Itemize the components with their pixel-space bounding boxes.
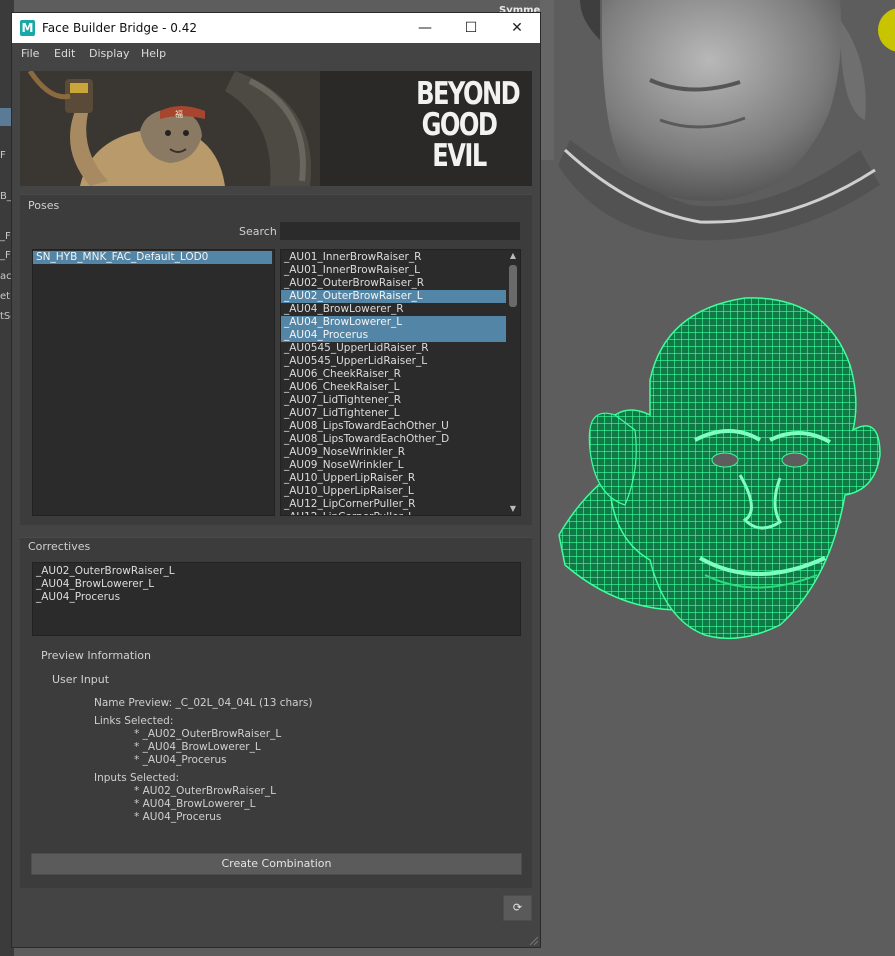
outliner-fragment: F bbox=[0, 150, 6, 161]
menu-file[interactable]: File bbox=[21, 47, 39, 60]
close-button[interactable]: ✕ bbox=[494, 13, 540, 43]
maya-app-icon: M bbox=[20, 20, 35, 36]
au-list-row[interactable]: _AU04_BrowLowerer_R bbox=[281, 303, 506, 316]
au-list-row[interactable]: _AU08_LipsTowardEachOther_D bbox=[281, 433, 506, 446]
refresh-icon[interactable]: ⟳ bbox=[503, 895, 532, 921]
input-item: * AU04_Procerus bbox=[134, 811, 222, 823]
au-list-row[interactable]: _AU09_NoseWrinkler_R bbox=[281, 446, 506, 459]
au-list-row[interactable]: _AU12_LipCornerPuller_L bbox=[281, 511, 506, 515]
maximize-button[interactable]: ☐ bbox=[448, 13, 494, 43]
menu-display[interactable]: Display bbox=[89, 47, 130, 60]
minimize-button[interactable]: — bbox=[402, 13, 448, 43]
beyond-good-evil-logo: BEYOND GOOD EVIL bbox=[404, 76, 521, 174]
au-list-row[interactable]: _AU09_NoseWrinkler_L bbox=[281, 459, 506, 472]
action-unit-list[interactable]: _AU01_InnerBrowRaiser_R _AU01_InnerBrowRa… bbox=[280, 249, 521, 516]
headband-glyph: 福 bbox=[175, 110, 183, 119]
au-list-row[interactable]: _AU10_UpperLipRaiser_R bbox=[281, 472, 506, 485]
corrective-row[interactable]: _AU04_Procerus bbox=[33, 591, 520, 604]
menu-help[interactable]: Help bbox=[141, 47, 166, 60]
scroll-thumb[interactable] bbox=[509, 265, 517, 307]
au-list-row[interactable]: _AU08_LipsTowardEachOther_U bbox=[281, 420, 506, 433]
corrective-row[interactable]: _AU02_OuterBrowRaiser_L bbox=[33, 565, 520, 578]
au-list-row[interactable]: _AU0545_UpperLidRaiser_R bbox=[281, 342, 506, 355]
scroll-up-icon[interactable]: ▲ bbox=[508, 251, 518, 261]
logo-line-good: GOOD bbox=[421, 107, 498, 143]
correctives-title: Correctives bbox=[28, 540, 91, 553]
name-preview: Name Preview: _C_02L_04_04L (13 chars) bbox=[94, 697, 313, 709]
resize-grip-icon[interactable] bbox=[528, 935, 538, 945]
outliner-fragment: et bbox=[0, 291, 11, 302]
au-list-row[interactable]: _AU10_UpperLipRaiser_L bbox=[281, 485, 506, 498]
menu-bar: File Edit Display Help bbox=[12, 43, 540, 65]
window-title: Face Builder Bridge - 0.42 bbox=[42, 21, 197, 35]
au-list-row[interactable]: _AU0545_UpperLidRaiser_L bbox=[281, 355, 506, 368]
au-list-row[interactable]: _AU01_InnerBrowRaiser_L bbox=[281, 264, 506, 277]
pose-list-row[interactable]: SN_HYB_MNK_FAC_Default_LOD0 bbox=[33, 251, 272, 264]
au-list-row[interactable]: _AU06_CheekRaiser_R bbox=[281, 368, 506, 381]
inputs-selected-title: Inputs Selected: bbox=[94, 772, 180, 784]
head-render-top bbox=[540, 0, 895, 245]
logo-line-beyond: BEYOND bbox=[416, 76, 521, 112]
search-input[interactable] bbox=[280, 222, 520, 240]
au-list-row[interactable]: _AU04_BrowLowerer_L bbox=[281, 316, 506, 329]
au-list-row[interactable]: _AU06_CheekRaiser_L bbox=[281, 381, 506, 394]
link-item: * _AU02_OuterBrowRaiser_L bbox=[134, 728, 282, 740]
au-list-scrollbar[interactable]: ▲ ▼ bbox=[507, 251, 519, 514]
title-bar[interactable]: M Face Builder Bridge - 0.42 — ☐ ✕ bbox=[12, 13, 540, 43]
corrective-row[interactable]: _AU04_BrowLowerer_L bbox=[33, 578, 520, 591]
banner-image: 福 BEYOND GOOD EVIL bbox=[20, 71, 532, 186]
au-list-row[interactable]: _AU02_OuterBrowRaiser_R bbox=[281, 277, 506, 290]
au-list-row[interactable]: _AU01_InnerBrowRaiser_R bbox=[281, 251, 506, 264]
link-item: * _AU04_BrowLowerer_L bbox=[134, 741, 261, 753]
user-input-title: User Input bbox=[52, 673, 110, 686]
link-item: * _AU04_Procerus bbox=[134, 754, 227, 766]
au-list-row[interactable]: _AU07_LidTightener_L bbox=[281, 407, 506, 420]
input-item: * AU04_BrowLowerer_L bbox=[134, 798, 256, 810]
logo-line-evil: EVIL bbox=[432, 138, 487, 174]
scroll-down-icon[interactable]: ▼ bbox=[508, 504, 518, 514]
poses-title: Poses bbox=[28, 199, 60, 212]
input-item: * AU02_OuterBrowRaiser_L bbox=[134, 785, 276, 797]
wireframe-head bbox=[558, 297, 881, 640]
au-list-row[interactable]: _AU07_LidTightener_R bbox=[281, 394, 506, 407]
search-label: Search bbox=[239, 225, 277, 238]
pose-list[interactable]: SN_HYB_MNK_FAC_Default_LOD0 bbox=[32, 249, 275, 516]
face-builder-window: M Face Builder Bridge - 0.42 — ☐ ✕ File … bbox=[11, 12, 541, 948]
outliner-fragment: ac bbox=[0, 271, 12, 282]
au-list-row[interactable]: _AU02_OuterBrowRaiser_L bbox=[281, 290, 506, 303]
au-list-row[interactable]: _AU12_LipCornerPuller_R bbox=[281, 498, 506, 511]
preview-information-title: Preview Information bbox=[41, 649, 151, 662]
correctives-list[interactable]: _AU02_OuterBrowRaiser_L _AU04_BrowLowerer… bbox=[32, 562, 521, 636]
links-selected-title: Links Selected: bbox=[94, 715, 174, 727]
au-list-row[interactable]: _AU04_Procerus bbox=[281, 329, 506, 342]
create-combination-button[interactable]: Create Combination bbox=[31, 853, 522, 875]
menu-edit[interactable]: Edit bbox=[54, 47, 75, 60]
